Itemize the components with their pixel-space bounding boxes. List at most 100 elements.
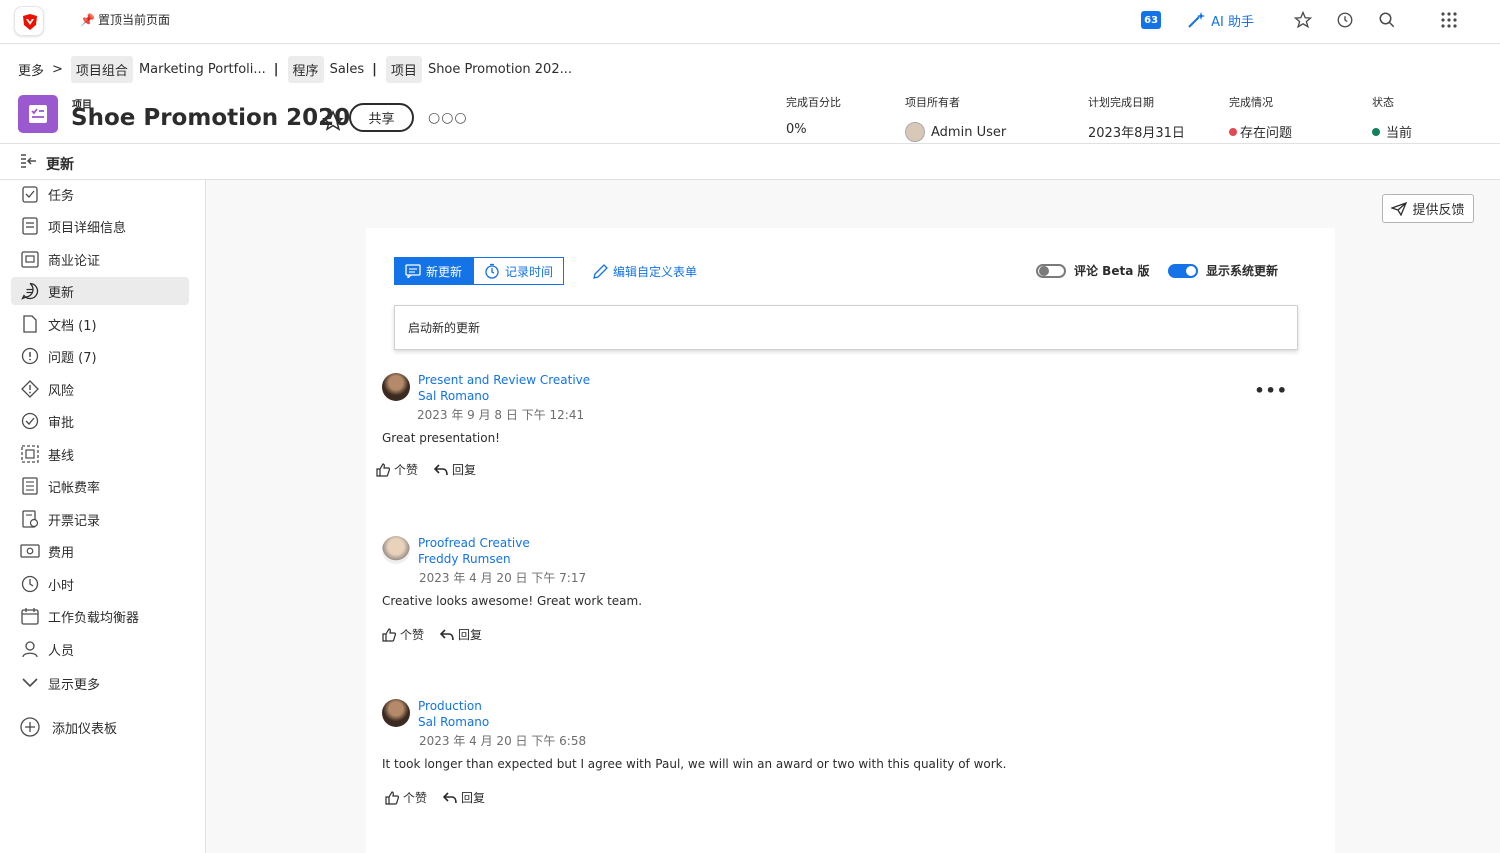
baseline-icon bbox=[20, 444, 40, 464]
status-label: 状态 bbox=[1372, 96, 1394, 109]
reply-icon bbox=[440, 628, 454, 640]
show-system-updates-label: 显示系统更新 bbox=[1206, 264, 1279, 278]
timer-icon bbox=[485, 263, 499, 279]
history-icon[interactable] bbox=[1334, 9, 1356, 31]
sidebar-item-label: 文档 (1) bbox=[48, 318, 97, 334]
avatar bbox=[382, 699, 410, 727]
project-header: 更多 > 项目组合 Marketing Portfoli... | 程序 Sal… bbox=[0, 44, 1500, 144]
sidebar-item-baselines[interactable]: 基线 bbox=[11, 440, 189, 468]
avatar bbox=[382, 536, 410, 564]
add-circle-icon bbox=[20, 717, 40, 737]
post-subject-link[interactable]: Production bbox=[418, 699, 482, 713]
sidebar-item-invoices[interactable]: 开票记录 bbox=[11, 505, 189, 533]
condition-value[interactable]: 存在问题 bbox=[1240, 122, 1292, 141]
risk-icon bbox=[20, 379, 40, 399]
post-subject-link[interactable]: Present and Review Creative bbox=[418, 373, 590, 387]
status-value[interactable]: 当前 bbox=[1386, 122, 1412, 141]
sidebar-item-label: 项目详细信息 bbox=[48, 220, 127, 236]
post-more-icon[interactable]: ••• bbox=[1254, 381, 1288, 400]
post-subject-link[interactable]: Proofread Creative bbox=[418, 536, 530, 550]
sidebar-item-people[interactable]: 人员 bbox=[11, 635, 189, 663]
sidebar-item-hours[interactable]: 小时 bbox=[11, 570, 189, 598]
show-more-button[interactable]: 显示更多 bbox=[11, 669, 189, 697]
edit-custom-form-link[interactable]: 编辑自定义表单 bbox=[592, 263, 697, 280]
sidebar-item-label: 费用 bbox=[48, 545, 75, 561]
thumbs-up-icon bbox=[376, 462, 390, 477]
post-body: Creative looks awesome! Great work team. bbox=[382, 594, 643, 608]
reply-icon bbox=[443, 791, 457, 803]
like-button[interactable]: 个赞 bbox=[382, 626, 424, 643]
ai-assistant-button[interactable]: AI 助手 bbox=[1187, 11, 1254, 30]
like-label: 个赞 bbox=[400, 628, 425, 642]
sidebar-item-billing-rates[interactable]: 记帐费率 bbox=[11, 472, 189, 500]
post-author-link[interactable]: Sal Romano bbox=[418, 715, 489, 729]
breadcrumb-separator: | bbox=[273, 62, 279, 77]
condition-label: 完成情况 bbox=[1229, 96, 1273, 109]
comment-icon bbox=[405, 264, 421, 278]
show-more-label: 显示更多 bbox=[48, 677, 101, 693]
percent-complete: 完成百分比 0% bbox=[786, 94, 841, 137]
sidebar-item-details[interactable]: 项目详细信息 bbox=[11, 212, 189, 240]
condition: 完成情况 存在问题 bbox=[1229, 94, 1292, 141]
post-author-link[interactable]: Freddy Rumsen bbox=[418, 552, 511, 566]
breadcrumb-separator: | bbox=[372, 62, 377, 77]
sidebar-item-updates[interactable]: 更新 bbox=[11, 277, 189, 305]
tab-new-update[interactable]: 新更新 bbox=[394, 257, 474, 285]
more-options-icon[interactable]: ○○○ bbox=[428, 110, 468, 126]
post-actions: 个赞 回复 bbox=[385, 789, 501, 806]
breadcrumb-more[interactable]: 更多 bbox=[18, 60, 44, 79]
sidebar-item-expenses[interactable]: 费用 bbox=[11, 537, 189, 565]
toggle-switch-off[interactable] bbox=[1036, 263, 1066, 278]
sidebar-item-label: 风险 bbox=[48, 383, 75, 399]
project-owner-value[interactable]: Admin User bbox=[931, 125, 1006, 140]
thumbs-up-icon bbox=[382, 627, 396, 642]
breadcrumb-program[interactable]: Sales bbox=[330, 62, 365, 77]
sidebar-item-label: 基线 bbox=[48, 448, 75, 464]
post-date: 2023 年 4 月 20 日 下午 6:58 bbox=[419, 734, 587, 748]
update-tabs: 新更新 记录时间 bbox=[394, 257, 565, 285]
planned-completion: 计划完成日期 2023年8月31日 bbox=[1088, 94, 1185, 141]
updates-panel: 新更新 记录时间 编辑自定义表单 评论 Beta 版 显示系统更新 启动新的更新… bbox=[366, 228, 1335, 853]
favorites-icon[interactable] bbox=[1292, 9, 1314, 31]
breadcrumb-portfolio[interactable]: Marketing Portfoli... bbox=[139, 62, 266, 77]
sidebar-item-label: 任务 bbox=[48, 188, 75, 204]
sidebar-item-business-case[interactable]: 商业论证 bbox=[11, 245, 189, 273]
app-logo[interactable] bbox=[14, 6, 44, 36]
add-dashboard-button[interactable]: 添加仪表板 bbox=[11, 713, 189, 741]
sidebar-item-approvals[interactable]: 审批 bbox=[11, 407, 189, 435]
reply-button[interactable]: 回复 bbox=[440, 626, 482, 643]
reply-label: 回复 bbox=[458, 628, 483, 642]
reply-button[interactable]: 回复 bbox=[434, 461, 476, 478]
sidebar-item-workload[interactable]: 工作负载均衡器 bbox=[11, 602, 189, 630]
like-button[interactable]: 个赞 bbox=[376, 461, 418, 478]
sidebar-item-tasks[interactable]: 任务 bbox=[11, 180, 189, 208]
collapse-sidebar-icon[interactable] bbox=[20, 153, 38, 173]
sidebar-item-risks[interactable]: 风险 bbox=[11, 375, 189, 403]
favorite-star-icon[interactable] bbox=[321, 109, 345, 136]
section-bar: 更新 bbox=[0, 144, 1500, 180]
post-author-link[interactable]: Sal Romano bbox=[418, 389, 489, 403]
breadcrumb-project[interactable]: Shoe Promotion 202... bbox=[428, 62, 572, 77]
post-body: It took longer than expected but I agree… bbox=[382, 757, 1007, 771]
chevron-right-icon: > bbox=[52, 62, 63, 77]
breadcrumb-portfolio-chip: 项目组合 bbox=[70, 56, 133, 83]
tab-new-update-label: 新更新 bbox=[426, 264, 463, 279]
new-update-input[interactable]: 启动新的更新 bbox=[394, 305, 1298, 350]
toggle-switch-on[interactable] bbox=[1168, 263, 1198, 278]
sidebar-item-issues[interactable]: 问题 (7) bbox=[11, 342, 189, 370]
feedback-button[interactable]: 提供反馈 bbox=[1382, 194, 1474, 223]
pin-page-button[interactable]: 📌 置顶当前页面 bbox=[80, 11, 170, 28]
tab-log-time[interactable]: 记录时间 bbox=[473, 257, 565, 285]
share-button[interactable]: 共享 bbox=[349, 103, 414, 132]
top-bar: 📌 置顶当前页面 63 AI 助手 bbox=[0, 0, 1500, 44]
workfront-logo-icon bbox=[23, 14, 37, 30]
show-system-updates-toggle[interactable]: 显示系统更新 bbox=[1168, 262, 1278, 279]
reply-button[interactable]: 回复 bbox=[443, 789, 485, 806]
post-actions: 个赞 回复 bbox=[376, 461, 492, 478]
search-icon[interactable] bbox=[1376, 9, 1398, 31]
comment-beta-toggle[interactable]: 评论 Beta 版 bbox=[1036, 262, 1149, 279]
notification-badge[interactable]: 63 bbox=[1141, 11, 1162, 29]
sidebar-item-documents[interactable]: 文档 (1) bbox=[11, 310, 189, 338]
apps-grid-icon[interactable] bbox=[1438, 9, 1460, 31]
like-button[interactable]: 个赞 bbox=[385, 789, 427, 806]
